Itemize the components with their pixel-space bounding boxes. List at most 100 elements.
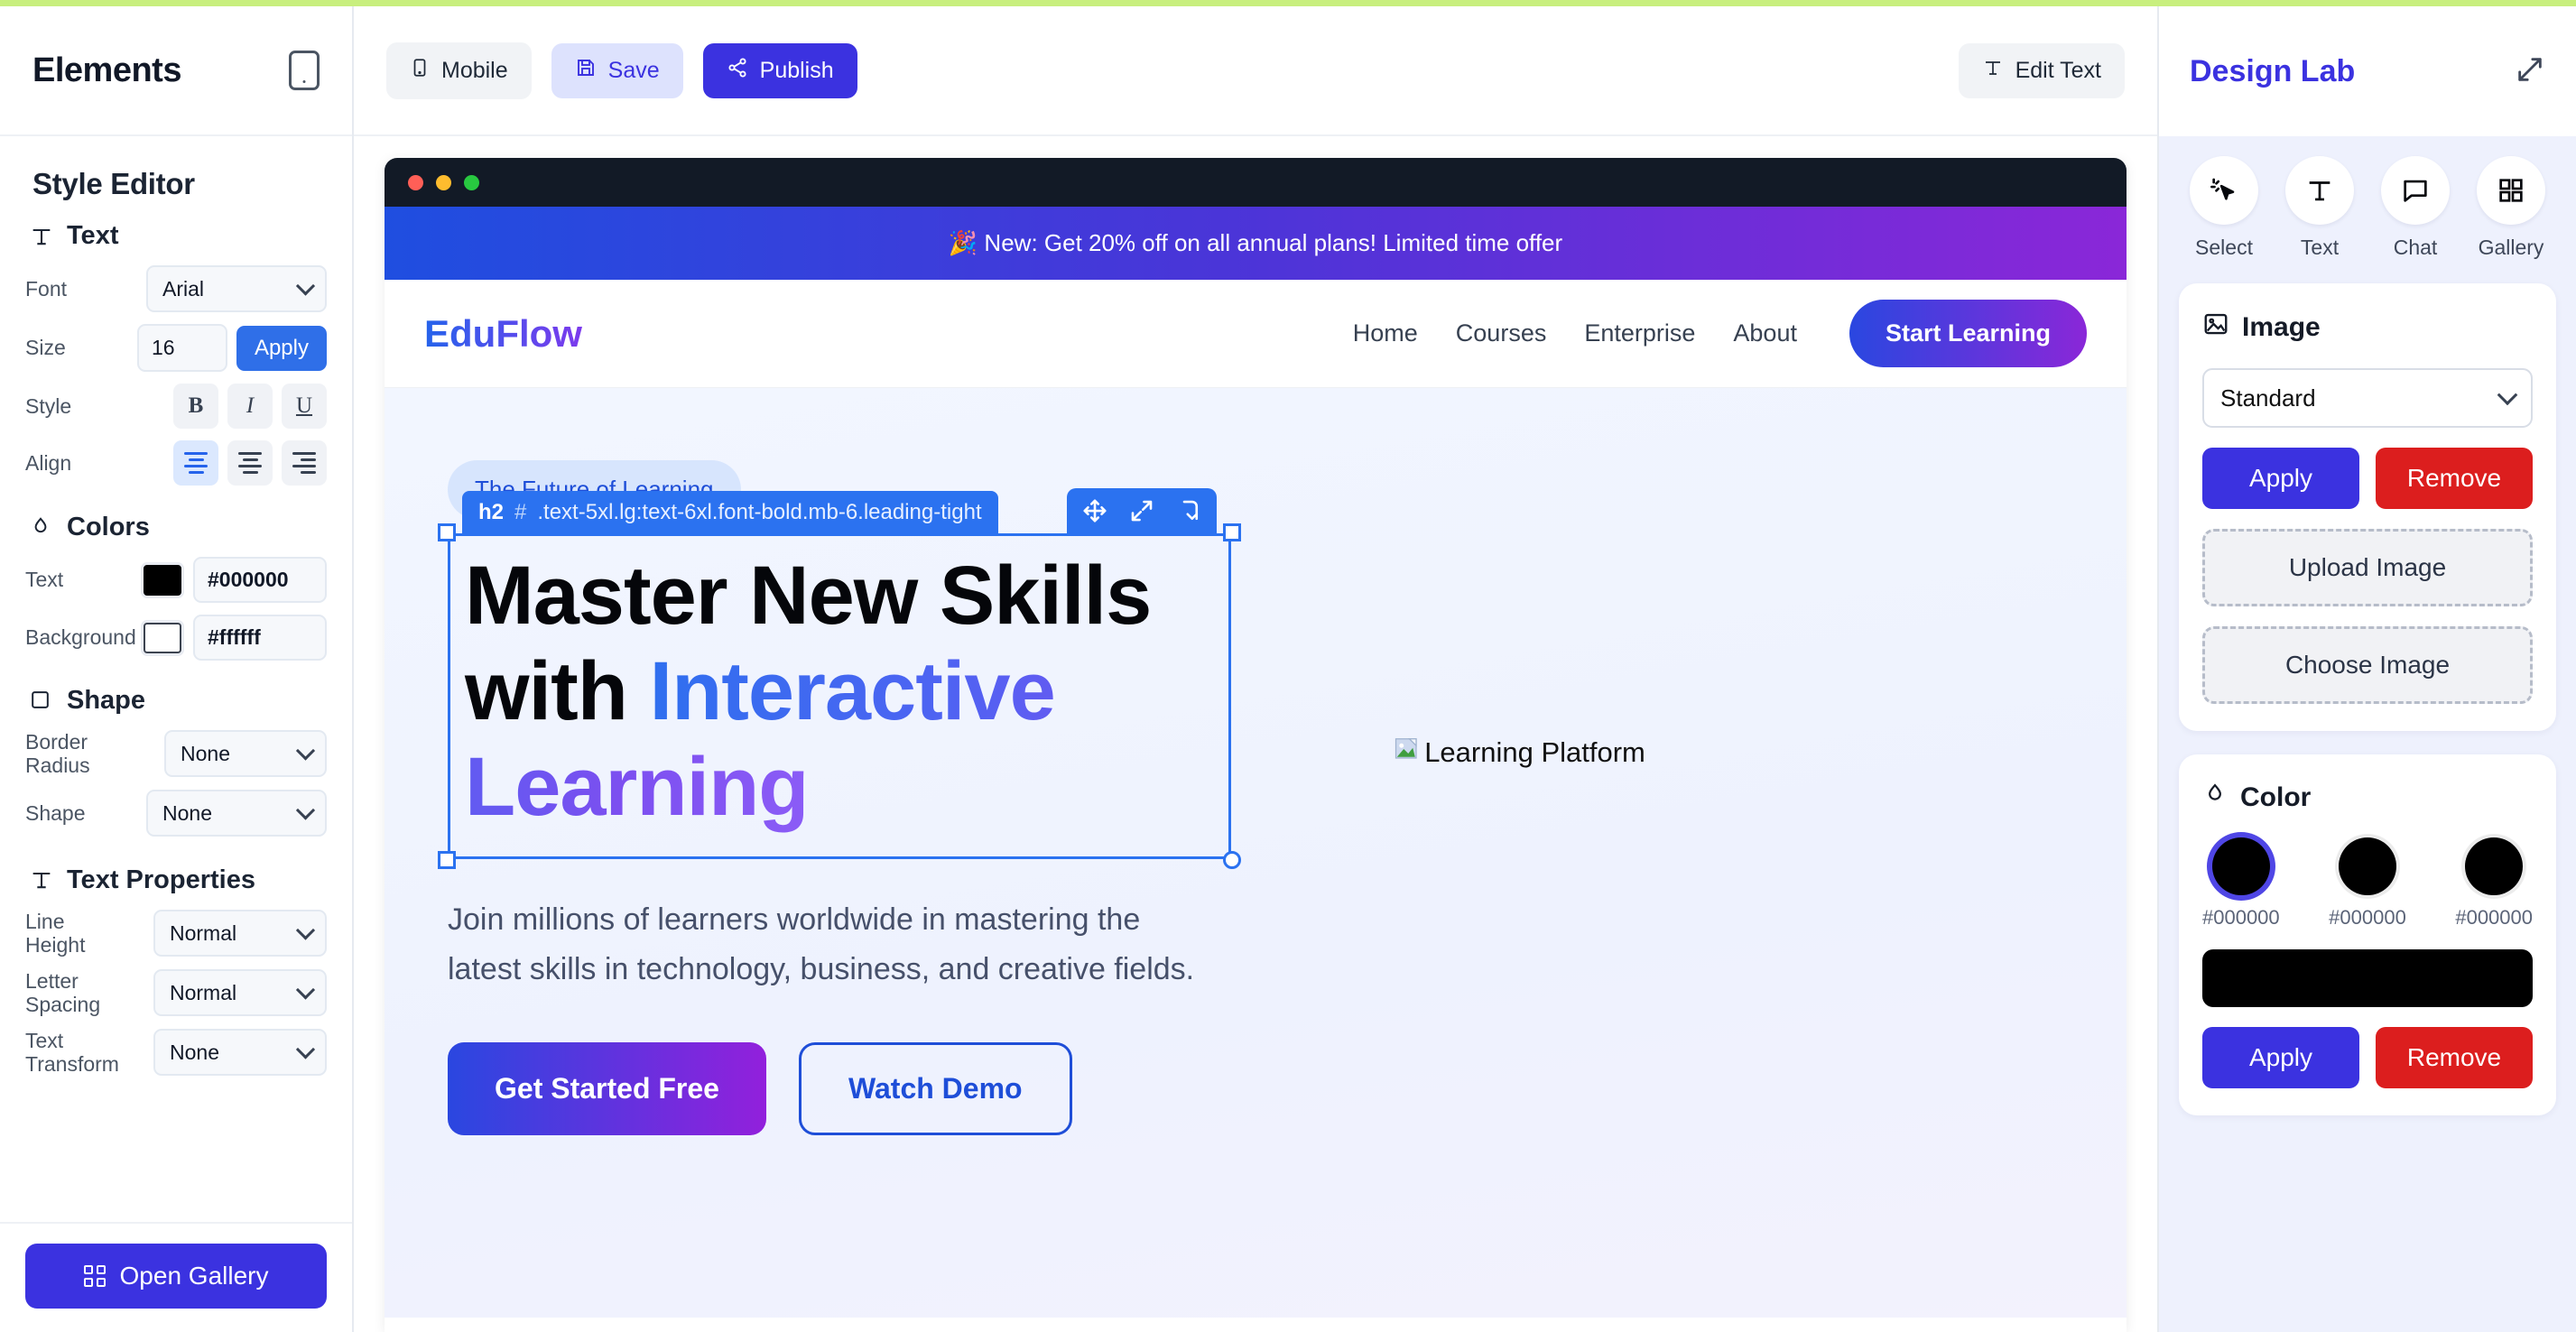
broken-image-placeholder: Learning Platform: [1394, 735, 1645, 770]
resize-handle-top-left[interactable]: [438, 523, 456, 541]
background-color-swatch[interactable]: [141, 619, 184, 656]
choose-image-button[interactable]: Choose Image: [2202, 626, 2533, 704]
bold-button[interactable]: B: [173, 384, 218, 429]
text-transform-label: Text Transform: [25, 1028, 119, 1077]
site-logo[interactable]: EduFlow: [424, 312, 582, 356]
color-swatch-circle[interactable]: [2211, 837, 2270, 895]
open-gallery-button[interactable]: Open Gallery: [25, 1244, 327, 1309]
selection-box[interactable]: Master New Skills with Interactive Learn…: [438, 523, 1241, 870]
phone-icon: [410, 56, 430, 86]
edit-text-label: Edit Text: [2015, 57, 2101, 83]
color-card-title: Color: [2240, 782, 2312, 812]
left-sidebar: Elements Style Editor Text Font Arial Si…: [0, 6, 354, 1332]
align-right-icon[interactable]: [282, 440, 327, 486]
hero-left-column: The Future of Learning h2 # .text-5xl.lg…: [438, 460, 1385, 1318]
design-lab-title: Design Lab: [2190, 53, 2356, 88]
font-select[interactable]: Arial: [146, 265, 327, 312]
shape-select[interactable]: None: [146, 789, 327, 837]
image-style-select[interactable]: Standard: [2202, 368, 2533, 428]
color-swatch-hex: #000000: [2455, 906, 2533, 929]
align-left-icon[interactable]: [173, 440, 218, 486]
color-apply-button[interactable]: Apply: [2202, 1027, 2359, 1088]
color-swatch-item[interactable]: #000000: [2455, 837, 2533, 930]
watch-demo-button[interactable]: Watch Demo: [798, 1041, 1072, 1135]
nav-link-enterprise[interactable]: Enterprise: [1584, 319, 1695, 347]
shape-label: Shape: [25, 800, 86, 825]
right-panel-header: Design Lab: [2159, 6, 2576, 136]
selected-element-wrapper: h2 # .text-5xl.lg:text-6xl.font-bold.mb-…: [438, 488, 1241, 870]
tab-text[interactable]: Text: [2275, 156, 2365, 260]
start-learning-button[interactable]: Start Learning: [1849, 300, 2087, 367]
tab-select-label: Select: [2195, 236, 2253, 259]
color-swatch-circle[interactable]: [2465, 837, 2524, 895]
tab-chat[interactable]: Chat: [2370, 156, 2460, 260]
left-sidebar-header: Elements: [0, 6, 352, 136]
text-icon: [29, 224, 54, 249]
hero-cta-row: Get Started Free Watch Demo: [448, 1041, 1385, 1135]
browser-chrome: [385, 158, 2127, 207]
letter-spacing-select[interactable]: Normal: [153, 969, 327, 1017]
resize-handle-bottom-left[interactable]: [438, 851, 456, 870]
tab-chat-label: Chat: [2393, 236, 2438, 259]
background-color-hex-input[interactable]: [193, 615, 327, 661]
save-button[interactable]: Save: [551, 42, 683, 98]
window-maximize-dot[interactable]: [464, 174, 479, 190]
rotate-icon[interactable]: [1175, 497, 1202, 524]
upload-image-button[interactable]: Upload Image: [2202, 529, 2533, 606]
window-close-dot[interactable]: [408, 174, 423, 190]
color-swatch-item[interactable]: #000000: [2202, 837, 2280, 930]
resize-handle-top-right[interactable]: [1223, 523, 1241, 541]
align-center-icon[interactable]: [227, 440, 273, 486]
resize-icon[interactable]: [1128, 497, 1155, 524]
color-swatch-hex: #000000: [2202, 906, 2280, 929]
selection-toolbar: [1067, 488, 1217, 533]
elements-title: Elements: [32, 51, 181, 89]
image-remove-button[interactable]: Remove: [2376, 448, 2533, 509]
size-input[interactable]: [136, 324, 227, 372]
get-started-free-button[interactable]: Get Started Free: [448, 1041, 766, 1135]
background-color-row: Background: [25, 615, 327, 661]
site-nav: EduFlow Home Courses Enterprise About St…: [385, 280, 2127, 388]
image-card-button-row: Apply Remove: [2202, 448, 2533, 509]
text-color-label: Text: [25, 568, 64, 592]
tab-select[interactable]: Select: [2179, 156, 2269, 260]
color-swatch-item[interactable]: #000000: [2329, 837, 2406, 930]
underline-button[interactable]: U: [282, 384, 327, 429]
border-radius-select[interactable]: None: [164, 730, 327, 778]
color-swatch-hex: #000000: [2329, 906, 2406, 929]
text-color-hex-input[interactable]: [193, 557, 327, 603]
resize-handle-bottom-right[interactable]: [1223, 851, 1241, 870]
style-label: Style: [25, 393, 72, 418]
nav-link-about[interactable]: About: [1733, 319, 1797, 347]
nav-link-home[interactable]: Home: [1353, 319, 1418, 347]
color-remove-button[interactable]: Remove: [2376, 1027, 2533, 1088]
hero-right-column: Learning Platform: [1385, 460, 2063, 1318]
line-height-select[interactable]: Normal: [153, 910, 327, 957]
move-icon[interactable]: [1081, 497, 1108, 524]
color-swatch-circle[interactable]: [2339, 837, 2396, 895]
text-transform-row: Text Transform None: [25, 1029, 327, 1077]
publish-label: Publish: [759, 57, 834, 83]
mobile-view-button[interactable]: Mobile: [386, 42, 532, 99]
window-minimize-dot[interactable]: [436, 174, 451, 190]
edit-text-button[interactable]: Edit Text: [1958, 42, 2125, 98]
text-icon: [29, 867, 54, 893]
italic-button[interactable]: I: [227, 384, 273, 429]
line-height-label: Line Height: [25, 909, 86, 957]
tab-gallery[interactable]: Gallery: [2466, 156, 2556, 260]
color-preview-bar[interactable]: [2202, 949, 2533, 1007]
nav-link-courses[interactable]: Courses: [1456, 319, 1547, 347]
shape-row: Shape None: [25, 789, 327, 837]
phone-icon[interactable]: [289, 51, 320, 90]
image-apply-button[interactable]: Apply: [2202, 448, 2359, 509]
text-color-swatch[interactable]: [141, 561, 184, 598]
expand-arrows-icon[interactable]: [2515, 54, 2545, 89]
canvas-area: 🎉 New: Get 20% off on all annual plans! …: [354, 136, 2157, 1332]
selection-tag: h2 # .text-5xl.lg:text-6xl.font-bold.mb-…: [462, 491, 998, 533]
text-transform-select[interactable]: None: [153, 1029, 327, 1077]
line-height-row: Line Height Normal: [25, 910, 327, 957]
publish-button[interactable]: Publish: [702, 42, 857, 98]
app-root: Elements Style Editor Text Font Arial Si…: [0, 0, 2576, 1332]
apply-text-button[interactable]: Apply: [236, 325, 327, 371]
color-swatch-row: #000000 #000000 #000000: [2202, 837, 2533, 930]
